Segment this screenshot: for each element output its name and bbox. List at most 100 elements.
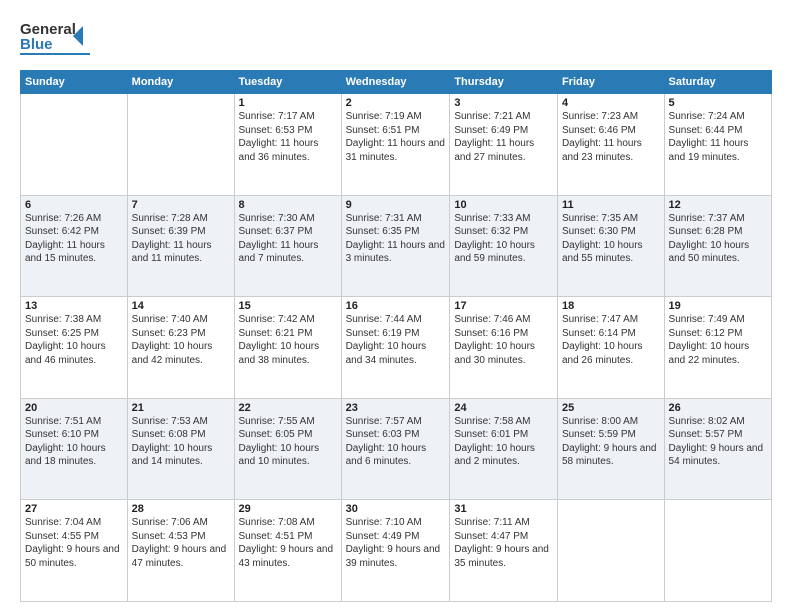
day-number: 11 [562, 199, 660, 211]
day-number: 3 [454, 97, 553, 109]
calendar-cell: 6Sunrise: 7:26 AMSunset: 6:42 PMDaylight… [21, 195, 128, 297]
calendar-cell: 22Sunrise: 7:55 AMSunset: 6:05 PMDayligh… [234, 398, 341, 500]
day-number: 4 [562, 97, 660, 109]
calendar-cell: 13Sunrise: 7:38 AMSunset: 6:25 PMDayligh… [21, 297, 128, 399]
day-of-week-monday: Monday [127, 71, 234, 94]
calendar-cell: 1Sunrise: 7:17 AMSunset: 6:53 PMDaylight… [234, 94, 341, 196]
calendar-header-row: SundayMondayTuesdayWednesdayThursdayFrid… [21, 71, 772, 94]
calendar-table: SundayMondayTuesdayWednesdayThursdayFrid… [20, 70, 772, 602]
day-number: 30 [346, 503, 446, 515]
day-number: 5 [669, 97, 767, 109]
day-info: Sunrise: 7:38 AMSunset: 6:25 PMDaylight:… [25, 313, 123, 367]
day-number: 28 [132, 503, 230, 515]
calendar-cell [127, 94, 234, 196]
calendar-cell: 17Sunrise: 7:46 AMSunset: 6:16 PMDayligh… [450, 297, 558, 399]
day-info: Sunrise: 7:04 AMSunset: 4:55 PMDaylight:… [25, 516, 123, 570]
header: General Blue [20, 16, 772, 60]
day-of-week-tuesday: Tuesday [234, 71, 341, 94]
calendar-cell: 27Sunrise: 7:04 AMSunset: 4:55 PMDayligh… [21, 500, 128, 602]
day-number: 10 [454, 199, 553, 211]
day-number: 6 [25, 199, 123, 211]
day-number: 27 [25, 503, 123, 515]
calendar-cell: 24Sunrise: 7:58 AMSunset: 6:01 PMDayligh… [450, 398, 558, 500]
calendar-week-row: 1Sunrise: 7:17 AMSunset: 6:53 PMDaylight… [21, 94, 772, 196]
calendar-cell [21, 94, 128, 196]
day-info: Sunrise: 8:02 AMSunset: 5:57 PMDaylight:… [669, 415, 767, 469]
calendar-cell: 19Sunrise: 7:49 AMSunset: 6:12 PMDayligh… [664, 297, 771, 399]
calendar-cell: 25Sunrise: 8:00 AMSunset: 5:59 PMDayligh… [557, 398, 664, 500]
day-number: 31 [454, 503, 553, 515]
day-info: Sunrise: 7:55 AMSunset: 6:05 PMDaylight:… [239, 415, 337, 469]
day-info: Sunrise: 7:37 AMSunset: 6:28 PMDaylight:… [669, 212, 767, 266]
day-number: 1 [239, 97, 337, 109]
calendar-cell: 18Sunrise: 7:47 AMSunset: 6:14 PMDayligh… [557, 297, 664, 399]
day-number: 14 [132, 300, 230, 312]
calendar-cell: 29Sunrise: 7:08 AMSunset: 4:51 PMDayligh… [234, 500, 341, 602]
day-number: 19 [669, 300, 767, 312]
day-info: Sunrise: 7:49 AMSunset: 6:12 PMDaylight:… [669, 313, 767, 367]
calendar-week-row: 6Sunrise: 7:26 AMSunset: 6:42 PMDaylight… [21, 195, 772, 297]
day-info: Sunrise: 7:21 AMSunset: 6:49 PMDaylight:… [454, 110, 553, 164]
calendar-cell: 8Sunrise: 7:30 AMSunset: 6:37 PMDaylight… [234, 195, 341, 297]
day-number: 22 [239, 402, 337, 414]
day-info: Sunrise: 7:26 AMSunset: 6:42 PMDaylight:… [25, 212, 123, 266]
day-number: 13 [25, 300, 123, 312]
calendar-cell: 31Sunrise: 7:11 AMSunset: 4:47 PMDayligh… [450, 500, 558, 602]
calendar-cell: 3Sunrise: 7:21 AMSunset: 6:49 PMDaylight… [450, 94, 558, 196]
calendar-cell: 28Sunrise: 7:06 AMSunset: 4:53 PMDayligh… [127, 500, 234, 602]
day-info: Sunrise: 7:06 AMSunset: 4:53 PMDaylight:… [132, 516, 230, 570]
day-info: Sunrise: 7:33 AMSunset: 6:32 PMDaylight:… [454, 212, 553, 266]
day-of-week-wednesday: Wednesday [341, 71, 450, 94]
day-number: 21 [132, 402, 230, 414]
day-number: 16 [346, 300, 446, 312]
day-info: Sunrise: 7:53 AMSunset: 6:08 PMDaylight:… [132, 415, 230, 469]
day-info: Sunrise: 7:28 AMSunset: 6:39 PMDaylight:… [132, 212, 230, 266]
day-info: Sunrise: 7:57 AMSunset: 6:03 PMDaylight:… [346, 415, 446, 469]
calendar-cell: 7Sunrise: 7:28 AMSunset: 6:39 PMDaylight… [127, 195, 234, 297]
calendar-cell [664, 500, 771, 602]
calendar-cell: 4Sunrise: 7:23 AMSunset: 6:46 PMDaylight… [557, 94, 664, 196]
day-number: 8 [239, 199, 337, 211]
day-info: Sunrise: 7:17 AMSunset: 6:53 PMDaylight:… [239, 110, 337, 164]
day-info: Sunrise: 7:24 AMSunset: 6:44 PMDaylight:… [669, 110, 767, 164]
day-of-week-sunday: Sunday [21, 71, 128, 94]
day-number: 15 [239, 300, 337, 312]
calendar-week-row: 20Sunrise: 7:51 AMSunset: 6:10 PMDayligh… [21, 398, 772, 500]
day-number: 18 [562, 300, 660, 312]
day-number: 24 [454, 402, 553, 414]
day-number: 17 [454, 300, 553, 312]
calendar-week-row: 27Sunrise: 7:04 AMSunset: 4:55 PMDayligh… [21, 500, 772, 602]
day-number: 23 [346, 402, 446, 414]
day-info: Sunrise: 7:47 AMSunset: 6:14 PMDaylight:… [562, 313, 660, 367]
calendar-cell: 12Sunrise: 7:37 AMSunset: 6:28 PMDayligh… [664, 195, 771, 297]
day-of-week-thursday: Thursday [450, 71, 558, 94]
day-info: Sunrise: 7:42 AMSunset: 6:21 PMDaylight:… [239, 313, 337, 367]
calendar-cell: 11Sunrise: 7:35 AMSunset: 6:30 PMDayligh… [557, 195, 664, 297]
day-number: 9 [346, 199, 446, 211]
day-number: 2 [346, 97, 446, 109]
day-info: Sunrise: 7:19 AMSunset: 6:51 PMDaylight:… [346, 110, 446, 164]
day-info: Sunrise: 7:58 AMSunset: 6:01 PMDaylight:… [454, 415, 553, 469]
calendar-cell: 15Sunrise: 7:42 AMSunset: 6:21 PMDayligh… [234, 297, 341, 399]
day-info: Sunrise: 7:31 AMSunset: 6:35 PMDaylight:… [346, 212, 446, 266]
calendar-cell [557, 500, 664, 602]
calendar-cell: 21Sunrise: 7:53 AMSunset: 6:08 PMDayligh… [127, 398, 234, 500]
calendar-cell: 5Sunrise: 7:24 AMSunset: 6:44 PMDaylight… [664, 94, 771, 196]
day-number: 7 [132, 199, 230, 211]
calendar-cell: 20Sunrise: 7:51 AMSunset: 6:10 PMDayligh… [21, 398, 128, 500]
day-info: Sunrise: 8:00 AMSunset: 5:59 PMDaylight:… [562, 415, 660, 469]
day-number: 12 [669, 199, 767, 211]
day-info: Sunrise: 7:46 AMSunset: 6:16 PMDaylight:… [454, 313, 553, 367]
day-info: Sunrise: 7:30 AMSunset: 6:37 PMDaylight:… [239, 212, 337, 266]
day-number: 29 [239, 503, 337, 515]
day-info: Sunrise: 7:11 AMSunset: 4:47 PMDaylight:… [454, 516, 553, 570]
day-of-week-friday: Friday [557, 71, 664, 94]
svg-text:Blue: Blue [20, 36, 53, 53]
day-info: Sunrise: 7:40 AMSunset: 6:23 PMDaylight:… [132, 313, 230, 367]
day-info: Sunrise: 7:10 AMSunset: 4:49 PMDaylight:… [346, 516, 446, 570]
calendar-cell: 9Sunrise: 7:31 AMSunset: 6:35 PMDaylight… [341, 195, 450, 297]
calendar-cell: 16Sunrise: 7:44 AMSunset: 6:19 PMDayligh… [341, 297, 450, 399]
day-info: Sunrise: 7:08 AMSunset: 4:51 PMDaylight:… [239, 516, 337, 570]
day-number: 20 [25, 402, 123, 414]
calendar-cell: 10Sunrise: 7:33 AMSunset: 6:32 PMDayligh… [450, 195, 558, 297]
